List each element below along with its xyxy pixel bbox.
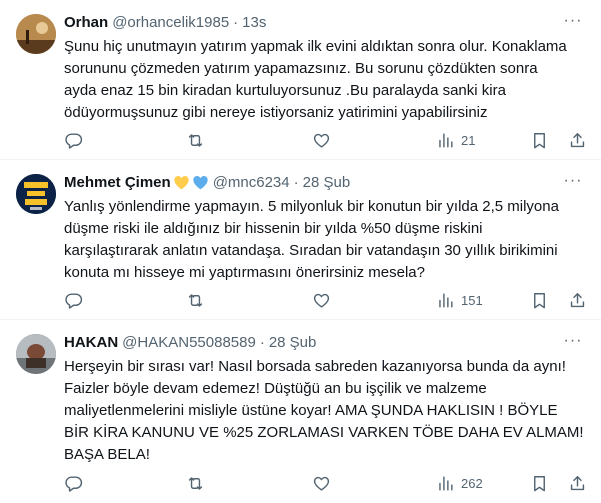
tweet-text: Şunu hiç unutmayın yatırım yapmak ilk ev… [64, 38, 567, 121]
views-icon [439, 132, 453, 148]
avatar[interactable] [16, 334, 56, 374]
like-icon [313, 133, 330, 148]
tweet-actions: 151 [54, 284, 592, 316]
avatar[interactable] [16, 14, 56, 54]
dot-separator: · [293, 173, 299, 191]
dot-separator: · [233, 13, 239, 31]
retweet-button[interactable] [186, 467, 205, 499]
reply-icon [65, 475, 83, 492]
display-name[interactable]: Mehmet Çimen [64, 174, 171, 191]
bookmark-button[interactable] [530, 467, 549, 499]
like-icon [313, 293, 330, 308]
tweet-actions: 262 [54, 467, 592, 499]
like-button[interactable] [312, 467, 331, 499]
reply-icon [65, 292, 83, 309]
timestamp[interactable]: 13s [242, 14, 266, 31]
views-icon [439, 475, 453, 491]
tweet-header: HAKAN @HAKAN55088589 · 28 Şub [64, 332, 316, 352]
share-button[interactable] [568, 124, 587, 156]
tweet-feed: Orhan @orhancelik1985 · 13s ··· Şunu hiç… [0, 0, 601, 503]
tweet-header: Mehmet Çimen @mnc6234 · 28 Şub [64, 172, 350, 192]
blue-heart-icon [192, 175, 209, 190]
retweet-icon [188, 476, 203, 490]
reply-button[interactable] [64, 467, 83, 499]
tweet-text: Herşeyin bir sırası var! Nasıl borsada s… [64, 358, 584, 463]
views-count: 262 [461, 475, 483, 491]
more-options-icon[interactable]: ··· [563, 12, 583, 32]
bookmark-icon [534, 132, 545, 148]
share-icon [570, 132, 585, 147]
share-button[interactable] [568, 467, 587, 499]
views-button[interactable]: 262 [436, 467, 483, 499]
reply-button[interactable] [64, 124, 83, 156]
retweet-icon [188, 293, 203, 307]
tweet-text: Yanlış yönlendirme yapmayın. 5 milyonluk… [64, 198, 559, 281]
avatar[interactable] [16, 174, 56, 214]
share-icon [570, 292, 585, 307]
yellow-heart-icon [173, 175, 190, 190]
bookmark-icon [534, 292, 545, 308]
retweet-button[interactable] [186, 124, 205, 156]
reply-button[interactable] [64, 284, 83, 316]
bookmark-button[interactable] [530, 124, 549, 156]
timestamp[interactable]: 28 Şub [303, 174, 351, 191]
share-icon [570, 475, 585, 490]
tweet[interactable]: Orhan @orhancelik1985 · 13s ··· Şunu hiç… [0, 0, 601, 160]
bookmark-icon [534, 475, 545, 491]
like-button[interactable] [312, 284, 331, 316]
views-count: 151 [461, 292, 483, 308]
user-handle[interactable]: @HAKAN55088589 [122, 334, 256, 351]
more-options-icon[interactable]: ··· [563, 332, 583, 352]
like-button[interactable] [312, 124, 331, 156]
views-count: 21 [461, 132, 476, 148]
display-name[interactable]: HAKAN [64, 334, 118, 351]
views-button[interactable]: 151 [436, 284, 483, 316]
views-icon [439, 292, 453, 308]
retweet-button[interactable] [186, 284, 205, 316]
user-handle[interactable]: @mnc6234 [213, 174, 290, 191]
like-icon [313, 476, 330, 491]
reply-icon [65, 132, 83, 149]
timestamp[interactable]: 28 Şub [269, 334, 317, 351]
more-options-icon[interactable]: ··· [563, 172, 583, 192]
tweet[interactable]: HAKAN @HAKAN55088589 · 28 Şub ··· Herşey… [0, 320, 601, 503]
share-button[interactable] [568, 284, 587, 316]
tweet-actions: 21 [54, 124, 592, 156]
dot-separator: · [259, 333, 265, 351]
bookmark-button[interactable] [530, 284, 549, 316]
tweet-header: Orhan @orhancelik1985 · 13s [64, 12, 266, 32]
display-name[interactable]: Orhan [64, 14, 108, 31]
user-handle[interactable]: @orhancelik1985 [112, 14, 229, 31]
views-button[interactable]: 21 [436, 124, 475, 156]
tweet[interactable]: Mehmet Çimen @mnc6234 · 28 Şub ··· Yanlı… [0, 160, 601, 320]
retweet-icon [188, 133, 203, 147]
